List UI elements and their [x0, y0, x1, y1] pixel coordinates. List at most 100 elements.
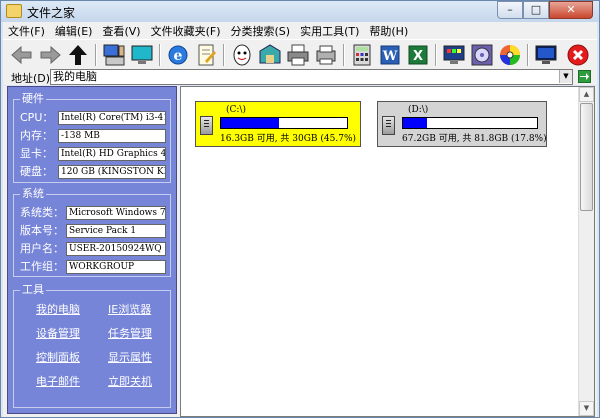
address-input[interactable]: 我的电脑 — [50, 69, 573, 85]
toolbar-separator — [159, 44, 161, 66]
link-task-manager[interactable]: 任务管理 — [108, 325, 152, 341]
word-button[interactable]: W — [377, 42, 403, 68]
hard-drive-icon — [382, 116, 395, 135]
go-arrow-icon — [580, 73, 589, 80]
vertical-scrollbar[interactable]: ▲ ▼ — [578, 87, 594, 416]
back-button[interactable] — [9, 42, 35, 68]
disk-label: 硬盘： — [20, 165, 53, 178]
forward-button[interactable] — [37, 42, 63, 68]
ie-icon: e — [168, 45, 188, 65]
link-control-panel[interactable]: 控制面板 — [36, 349, 80, 365]
forward-icon — [40, 45, 61, 65]
folders-button[interactable] — [257, 42, 283, 68]
version-field: Service Pack 1 — [66, 224, 166, 238]
qq-button[interactable] — [229, 42, 255, 68]
go-button[interactable] — [578, 70, 591, 83]
toolbar-separator — [343, 44, 345, 66]
drive-d-name: (D:\) — [408, 105, 429, 115]
menu-edit[interactable]: 编辑(E) — [50, 23, 98, 39]
monitor-icon — [131, 45, 153, 64]
calculator-icon — [353, 44, 371, 66]
gpu-field: Intel(R) HD Graphics 440 — [58, 147, 166, 161]
address-bar: 地址(D) 我的电脑 ▼ — [3, 69, 597, 85]
drive-c-usage-bar — [220, 117, 348, 129]
computer-icon — [103, 44, 125, 66]
main-window: 文件之家 – □ ✕ 文件(F) 编辑(E) 查看(V) 文件收藏夹(F) 分类… — [0, 0, 600, 418]
system-group: 系统 系统类： Microsoft Windows 7 旗舰 版本号： Serv… — [13, 188, 171, 277]
menu-bar: 文件(F) 编辑(E) 查看(V) 文件收藏夹(F) 分类搜索(S) 实用工具(… — [3, 22, 597, 39]
up-icon — [69, 45, 87, 65]
printer-icon — [287, 44, 309, 66]
link-display-properties[interactable]: 显示属性 — [108, 349, 152, 365]
link-device-manager[interactable]: 设备管理 — [36, 325, 80, 341]
main-area: 硬件 CPU： Intel(R) Core(TM) i3-415 内存： -13… — [3, 86, 597, 417]
info-sidebar: 硬件 CPU： Intel(R) Core(TM) i3-415 内存： -13… — [7, 86, 177, 414]
scroll-up-button[interactable]: ▲ — [579, 87, 594, 102]
hardware-group: 硬件 CPU： Intel(R) Core(TM) i3-415 内存： -13… — [13, 93, 171, 183]
qq-icon — [233, 44, 251, 66]
system-group-title: 系统 — [20, 187, 46, 200]
menu-favorites[interactable]: 文件收藏夹(F) — [146, 23, 226, 39]
address-value: 我的电脑 — [53, 70, 97, 83]
hard-drive-icon — [200, 116, 213, 135]
os-field: Microsoft Windows 7 旗舰 — [66, 206, 166, 220]
drive-c[interactable]: (C:\) 16.3GB 可用, 共 30GB (45.7%) — [195, 101, 361, 147]
up-button[interactable] — [65, 42, 91, 68]
toolbar-separator — [527, 44, 529, 66]
color-disc-button[interactable] — [497, 42, 523, 68]
hardware-group-title: 硬件 — [20, 92, 46, 105]
os-label: 系统类： — [20, 206, 64, 219]
menu-search[interactable]: 分类搜索(S) — [226, 23, 296, 39]
computer-button[interactable] — [101, 42, 127, 68]
notepad-icon — [198, 44, 216, 66]
menu-view[interactable]: 查看(V) — [97, 23, 145, 39]
gpu-label: 显卡： — [20, 147, 53, 160]
menu-help[interactable]: 帮助(H) — [364, 23, 413, 39]
toolbar-separator — [435, 44, 437, 66]
workgroup-label: 工作组： — [20, 260, 64, 273]
back-icon — [11, 45, 32, 65]
printer2-button[interactable] — [313, 42, 339, 68]
excel-icon: X — [408, 45, 428, 65]
scroll-thumb[interactable] — [580, 103, 593, 211]
tools-group: 工具 我的电脑 IE浏览器 设备管理 任务管理 控制面板 显示属性 电子邮件 立… — [13, 284, 171, 408]
address-dropdown-button[interactable]: ▼ — [559, 70, 572, 83]
address-label: 地址(D) — [11, 72, 51, 85]
folder-app-icon — [6, 4, 22, 18]
drive-c-name: (C:\) — [226, 105, 246, 115]
drive-d[interactable]: (D:\) 67.2GB 可用, 共 81.8GB (17.8%) — [377, 101, 547, 147]
ie-button[interactable]: e — [165, 42, 191, 68]
maximize-button[interactable]: □ — [523, 1, 549, 19]
link-email[interactable]: 电子邮件 — [36, 373, 80, 389]
link-shutdown[interactable]: 立即关机 — [108, 373, 152, 389]
close-button[interactable]: ✕ — [549, 1, 593, 19]
drive-d-usage-fill — [403, 118, 427, 128]
excel-button[interactable]: X — [405, 42, 431, 68]
title-bar[interactable]: 文件之家 – □ ✕ — [1, 1, 599, 22]
svg-text:e: e — [174, 48, 183, 64]
scroll-down-button[interactable]: ▼ — [579, 401, 594, 416]
menu-tools[interactable]: 实用工具(T) — [295, 23, 364, 39]
screen-button[interactable] — [533, 42, 559, 68]
drive-c-usage-fill — [221, 118, 279, 128]
minimize-button[interactable]: – — [497, 1, 523, 19]
exit-button[interactable] — [565, 42, 591, 68]
paint-button[interactable] — [441, 42, 467, 68]
username-field: USER-20150924WQ — [66, 242, 166, 256]
color-disc-icon — [500, 45, 520, 65]
monitor-button[interactable] — [129, 42, 155, 68]
notepad-button[interactable] — [193, 42, 219, 68]
exit-icon — [567, 44, 589, 66]
cd-button[interactable] — [469, 42, 495, 68]
drive-d-usage-bar — [402, 117, 538, 129]
calculator-button[interactable] — [349, 42, 375, 68]
username-label: 用户名： — [20, 242, 64, 255]
toolbar-separator — [223, 44, 225, 66]
memory-field: -138 MB — [58, 129, 166, 143]
printer-button[interactable] — [285, 42, 311, 68]
cpu-label: CPU： — [20, 111, 54, 124]
link-my-computer[interactable]: 我的电脑 — [36, 301, 80, 317]
memory-label: 内存： — [20, 129, 53, 142]
link-ie-browser[interactable]: IE浏览器 — [108, 301, 151, 317]
menu-file[interactable]: 文件(F) — [3, 23, 50, 39]
